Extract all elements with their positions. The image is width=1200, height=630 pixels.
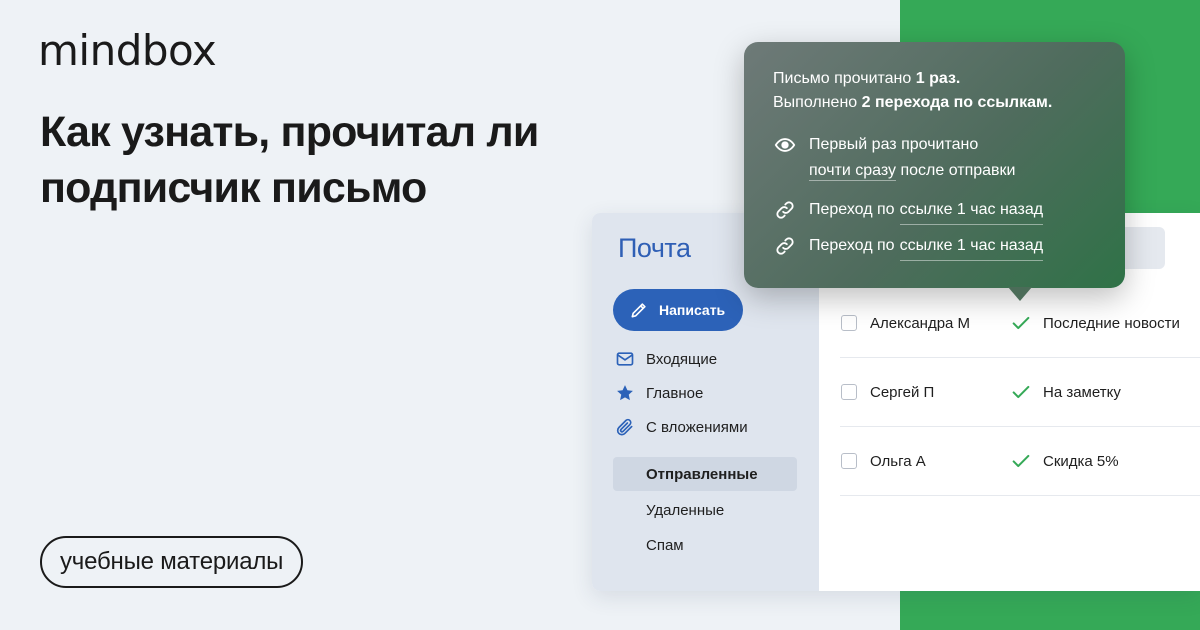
tooltip-read-count: Письмо прочитано 1 раз. (773, 68, 960, 90)
tooltip-item-click-1: Переход по ссылке 1 час назад (773, 197, 1044, 225)
tooltip-item-link[interactable]: почти сразу (809, 162, 897, 181)
sidebar-item-spam[interactable]: Спам (613, 528, 797, 562)
pencil-icon (631, 303, 646, 318)
tooltip-item-text: Первый раз прочитано (809, 136, 979, 153)
tooltip-item-first-read: Первый раз прочитано почти сразу после о… (773, 132, 1016, 184)
sidebar-item-label: Отправленные (646, 465, 758, 483)
sidebar-item-label: Спам (646, 536, 684, 554)
sidebar-item-important[interactable]: Главное (613, 376, 797, 410)
compose-label: Написать (659, 302, 726, 318)
title-line-2: подписчик письмо (40, 164, 427, 212)
star-icon (613, 381, 637, 405)
title-line-1: Как узнать, прочитал ли (40, 108, 539, 156)
tooltip-item-text: Переход по (809, 237, 895, 254)
sidebar-item-label: Главное (646, 384, 704, 402)
row-checkbox[interactable] (841, 453, 857, 469)
row-checkbox[interactable] (841, 315, 857, 331)
sidebar-item-attachments[interactable]: С вложениями (613, 410, 797, 444)
sidebar-item-deleted[interactable]: Удаленные (613, 493, 797, 527)
tooltip-item-text: после отправки (896, 162, 1016, 179)
table-row[interactable]: Сергей П На заметку (840, 358, 1200, 427)
row-sender: Сергей П (870, 383, 935, 401)
row-sender: Александра М (870, 314, 971, 332)
tooltip-item-click-2: Переход по ссылке 1 час назад (773, 233, 1044, 261)
sidebar-item-label: С вложениями (646, 418, 748, 436)
tooltip-strong: 2 перехода по ссылкам. (861, 94, 1053, 111)
envelope-icon (613, 347, 637, 371)
row-subject: Последние новости (1043, 314, 1180, 332)
table-row[interactable]: Ольга А Скидка 5% (840, 427, 1200, 496)
row-subject: На заметку (1043, 383, 1121, 401)
sidebar-item-inbox[interactable]: Входящие (613, 342, 797, 376)
mail-title: Почта (618, 233, 691, 263)
link-icon (773, 233, 797, 259)
read-stats-tooltip: Письмо прочитано 1 раз. Выполнено 2 пере… (744, 42, 1125, 288)
row-subject: Скидка 5% (1043, 452, 1119, 470)
read-check-icon (1012, 316, 1030, 330)
tooltip-strong: 1 раз. (915, 70, 961, 87)
category-badge-label: учебные материалы (60, 548, 284, 575)
read-check-icon (1012, 385, 1030, 399)
tooltip-item-link[interactable]: ссылке 1 час назад (899, 197, 1044, 225)
category-badge[interactable]: учебные материалы (40, 536, 304, 588)
page-title: Как узнать, прочитал ли подписчик письмо (40, 104, 600, 216)
paperclip-icon (613, 415, 637, 439)
tooltip-item-text: Переход по (809, 201, 895, 218)
sidebar-item-label: Входящие (646, 350, 718, 368)
sidebar-item-label: Удаленные (646, 501, 725, 519)
tooltip-text: Выполнено (773, 94, 862, 111)
row-sender: Ольга А (870, 452, 926, 470)
link-icon (773, 197, 797, 223)
compose-button[interactable]: Написать (613, 289, 743, 331)
mindbox-logo: mindbox (38, 26, 217, 75)
sidebar-item-sent[interactable]: Отправленные (613, 457, 797, 491)
row-checkbox[interactable] (841, 384, 857, 400)
eye-icon (773, 132, 797, 158)
tooltip-text: Письмо прочитано (773, 70, 916, 87)
tooltip-click-count: Выполнено 2 перехода по ссылкам. (773, 92, 1052, 114)
tooltip-arrow (1008, 287, 1032, 301)
read-check-icon (1012, 454, 1030, 468)
tooltip-item-link[interactable]: ссылке 1 час назад (899, 233, 1044, 261)
